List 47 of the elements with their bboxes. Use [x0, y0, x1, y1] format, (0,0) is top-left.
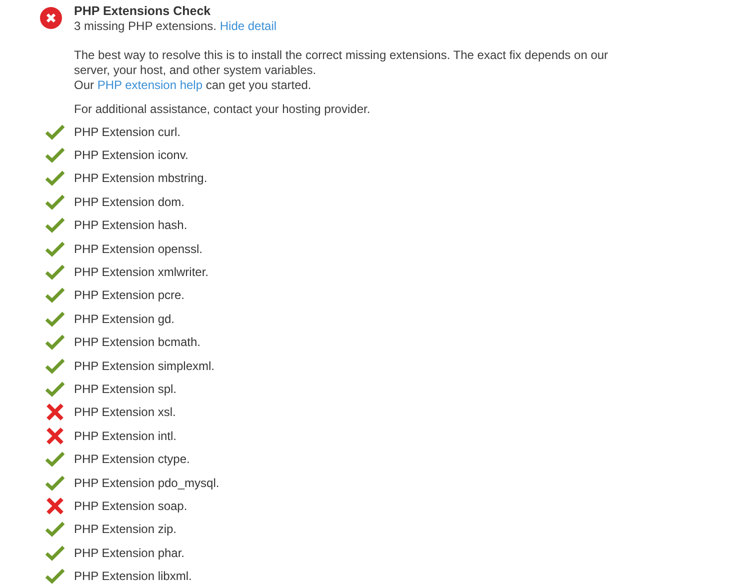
check-icon: [45, 287, 65, 304]
check-icon: [45, 147, 65, 164]
description-text: The best way to resolve this is to install the correct missing extensions. The exact fix depends on our server, your host, and other system variables.: [74, 48, 610, 78]
check-icon: [45, 358, 65, 374]
extension-label: PHP Extension soap.: [74, 498, 188, 513]
check-icon: [45, 310, 65, 327]
extension-label: PHP Extension openssl.: [74, 242, 203, 256]
extension-label: PHP Extension gd.: [74, 312, 175, 326]
check-title: PHP Extensions Check: [74, 4, 212, 19]
check-icon: [45, 170, 65, 186]
assistance-text: For additional assistance, contact your hosting provider.: [74, 102, 372, 117]
check-icon: [45, 217, 65, 234]
check-icon: [45, 474, 65, 491]
extension-label: PHP Extension ctype.: [74, 452, 190, 466]
extension-label: PHP Extension hash.: [74, 218, 188, 232]
help-text: Our PHP extension help can get you started.: [74, 78, 312, 93]
check-icon: [45, 240, 65, 257]
check-icon: [45, 334, 65, 350]
extension-label: PHP Extension curl.: [74, 124, 180, 139]
check-icon: [45, 264, 65, 280]
check-icon: [45, 521, 65, 538]
extension-label: PHP Extension phar.: [74, 546, 185, 560]
check-icon: [45, 194, 65, 210]
hide-detail-link[interactable]: Hide detail: [220, 19, 277, 33]
extension-label: PHP Extension xmlwriter.: [74, 265, 208, 280]
extension-label: PHP Extension zip.: [74, 522, 176, 536]
extension-label: PHP Extension mbstring.: [74, 171, 208, 186]
check-icon: [45, 544, 65, 561]
cross-icon: [45, 496, 65, 515]
extension-label: PHP Extension iconv.: [74, 148, 188, 162]
extension-help-link[interactable]: PHP extension help: [97, 78, 203, 92]
extension-label: PHP Extension libxml.: [74, 569, 192, 584]
extension-label: PHP Extension pcre.: [74, 288, 185, 302]
summary-text: 3 missing PHP extensions. Hide detail: [74, 19, 278, 34]
check-icon: [45, 380, 65, 397]
cross-icon: [45, 426, 65, 445]
extension-label: PHP Extension bcmath.: [74, 335, 201, 350]
check-icon: [45, 568, 65, 584]
cross-icon: [45, 403, 65, 422]
extension-label: PHP Extension pdo_mysql.: [74, 476, 220, 490]
check-icon: [45, 451, 65, 468]
extension-label: PHP Extension simplexml.: [74, 358, 214, 373]
extension-label: PHP Extension spl.: [74, 382, 176, 396]
extension-label: PHP Extension intl.: [74, 428, 176, 443]
check-icon: [45, 124, 65, 140]
extension-label: PHP Extension xsl.: [74, 405, 176, 420]
extension-label: PHP Extension dom.: [74, 194, 185, 209]
